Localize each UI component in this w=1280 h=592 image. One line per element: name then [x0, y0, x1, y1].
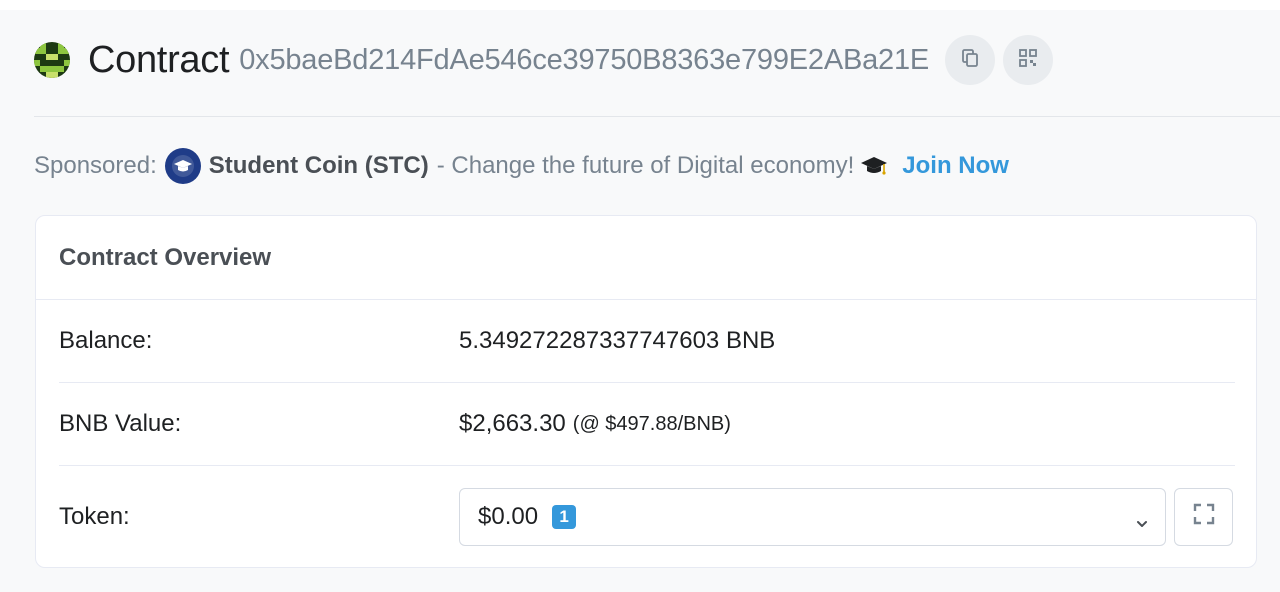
- bnb-value-row: BNB Value: $2,663.30 (@ $497.88/BNB): [59, 383, 1235, 466]
- blockie-avatar-icon: [34, 42, 70, 78]
- join-now-link[interactable]: Join Now: [902, 152, 1009, 180]
- contract-address: 0x5baeBd214FdAe546ce39750B8363e799E2ABa2…: [239, 43, 930, 76]
- card-header: Contract Overview: [36, 216, 1256, 300]
- graduation-cap-icon: [860, 154, 888, 178]
- student-coin-logo-icon: [164, 148, 201, 184]
- bnb-value-label: BNB Value:: [59, 410, 182, 437]
- balance-row: Balance: 5.349272287337747603 BNB: [59, 300, 1235, 383]
- sponsored-banner: Sponsored: Student Coin (STC) - Change t…: [34, 146, 1009, 186]
- bnb-value: $2,663.30 (@ $497.88/BNB): [459, 410, 731, 438]
- sponsor-name-link[interactable]: Student Coin (STC): [209, 152, 429, 180]
- qr-code-button[interactable]: [1003, 35, 1054, 85]
- chevron-down-icon: [1135, 510, 1149, 538]
- token-controls: $0.00 1: [459, 488, 1233, 546]
- bnb-value-amount: $2,663.30: [459, 410, 566, 437]
- expand-icon: [1192, 502, 1216, 533]
- card-title: Contract Overview: [59, 243, 272, 271]
- expand-token-button[interactable]: [1174, 488, 1233, 546]
- top-strip: [0, 0, 1280, 10]
- balance-label: Balance:: [59, 327, 153, 354]
- balance-value: 5.349272287337747603 BNB: [459, 327, 776, 354]
- sponsor-text: - Change the future of Digital economy!: [436, 152, 855, 179]
- contract-overview-card: Contract Overview Balance: 5.34927228733…: [35, 215, 1257, 568]
- token-count-badge: 1: [552, 505, 577, 529]
- copy-address-button[interactable]: [945, 35, 996, 85]
- sponsored-label: Sponsored:: [34, 152, 157, 179]
- token-value: $0.00: [478, 503, 539, 530]
- bnb-price-rate: (@ $497.88/BNB): [572, 412, 731, 435]
- token-dropdown[interactable]: $0.00 1: [459, 488, 1166, 546]
- page-title: Contract: [88, 38, 230, 81]
- page-header: Contract 0x5baeBd214FdAe546ce39750B8363e…: [34, 30, 1061, 90]
- header-divider: [34, 116, 1280, 117]
- token-row: Token: $0.00 1: [59, 466, 1235, 568]
- token-label: Token:: [59, 503, 130, 530]
- qr-code-icon: [1018, 48, 1038, 73]
- copy-icon: [960, 48, 980, 73]
